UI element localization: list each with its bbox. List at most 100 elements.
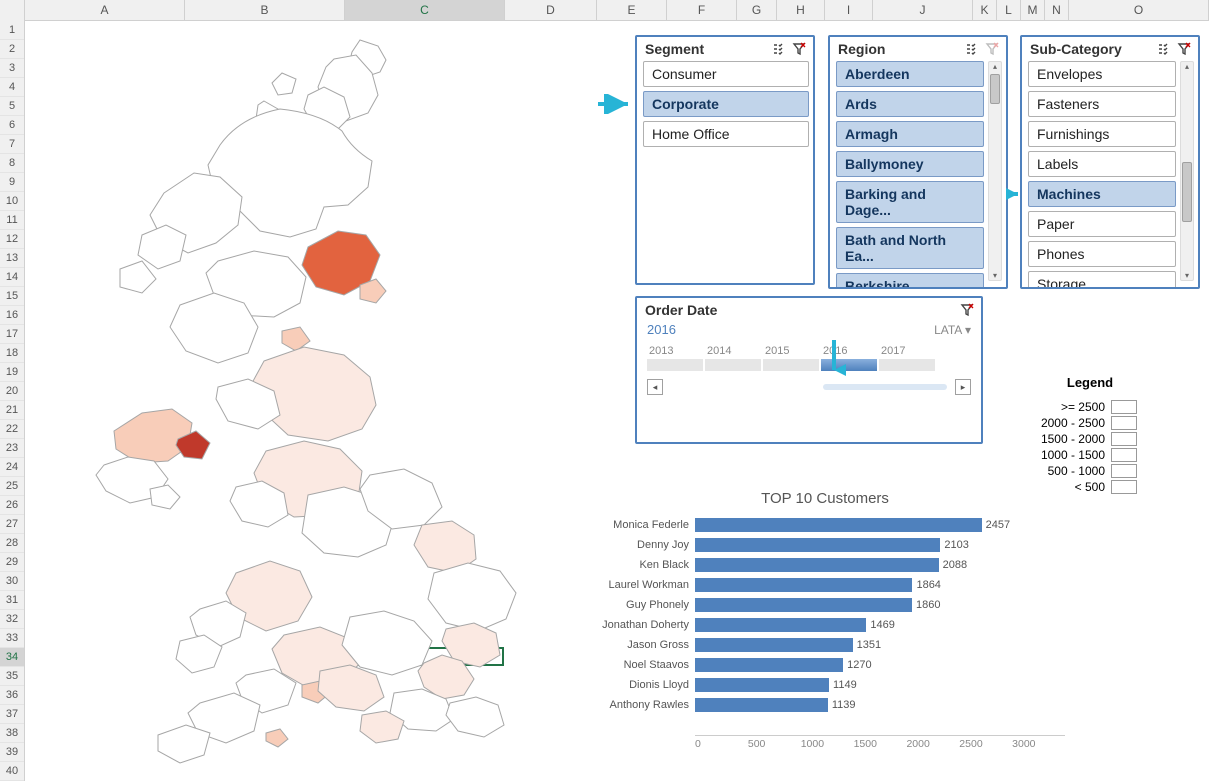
slicer-item[interactable]: Corporate [643, 91, 809, 117]
slicer-item[interactable]: Envelopes [1028, 61, 1176, 87]
row-header-1[interactable]: 1 [0, 21, 24, 40]
row-header-32[interactable]: 32 [0, 610, 24, 629]
row-header-4[interactable]: 4 [0, 78, 24, 97]
row-header-40[interactable]: 40 [0, 762, 24, 781]
row-header-31[interactable]: 31 [0, 591, 24, 610]
slicer-item[interactable]: Phones [1028, 241, 1176, 267]
row-header-22[interactable]: 22 [0, 420, 24, 439]
slicer-item[interactable]: Storage [1028, 271, 1176, 287]
row-header-25[interactable]: 25 [0, 477, 24, 496]
slicer-item[interactable]: Paper [1028, 211, 1176, 237]
timeline-segment-2015[interactable] [763, 359, 821, 371]
timeline-order-date[interactable]: Order Date 2016 LATA ▾ 20132014201520162… [635, 296, 983, 444]
col-header-A[interactable]: A [25, 0, 185, 20]
col-header-N[interactable]: N [1045, 0, 1069, 20]
top-customers-chart[interactable]: TOP 10 Customers Monica Federle2457Denny… [585, 490, 1065, 770]
slicer-item[interactable]: Consumer [643, 61, 809, 87]
row-header-15[interactable]: 15 [0, 287, 24, 306]
slicer-segment[interactable]: Segment ConsumerCorporateHome Office [635, 35, 815, 285]
row-header-6[interactable]: 6 [0, 116, 24, 135]
slicer-item[interactable]: Fasteners [1028, 91, 1176, 117]
col-header-I[interactable]: I [825, 0, 873, 20]
timeline-unit-selector[interactable]: LATA ▾ [934, 323, 971, 337]
timeline-segment-2013[interactable] [647, 359, 705, 371]
uk-map-chart[interactable] [50, 35, 610, 765]
row-header-7[interactable]: 7 [0, 135, 24, 154]
slicer-item[interactable]: Ards [836, 91, 984, 117]
slicer-item[interactable]: Berkshire [836, 273, 984, 287]
row-header-26[interactable]: 26 [0, 496, 24, 515]
scrollbar[interactable]: ▴ ▾ [1180, 61, 1194, 281]
timeline-segment-2017[interactable] [879, 359, 937, 371]
row-header-23[interactable]: 23 [0, 439, 24, 458]
slicer-item[interactable]: Bath and North Ea... [836, 227, 984, 269]
multiselect-icon[interactable] [771, 41, 787, 57]
col-header-C[interactable]: C [345, 0, 505, 20]
row-header-3[interactable]: 3 [0, 59, 24, 78]
row-header-29[interactable]: 29 [0, 553, 24, 572]
row-header-11[interactable]: 11 [0, 211, 24, 230]
row-header-2[interactable]: 2 [0, 40, 24, 59]
row-header-5[interactable]: 5 [0, 97, 24, 116]
row-header-12[interactable]: 12 [0, 230, 24, 249]
col-header-K[interactable]: K [973, 0, 997, 20]
col-header-J[interactable]: J [873, 0, 973, 20]
scrollbar[interactable]: ▴ ▾ [988, 61, 1002, 281]
row-header-21[interactable]: 21 [0, 401, 24, 420]
col-header-M[interactable]: M [1021, 0, 1045, 20]
clear-filter-icon[interactable] [984, 41, 1000, 57]
clear-filter-icon[interactable] [791, 41, 807, 57]
slicer-subcategory[interactable]: Sub-Category EnvelopesFastenersFurnishin… [1020, 35, 1200, 289]
row-header-19[interactable]: 19 [0, 363, 24, 382]
row-header-14[interactable]: 14 [0, 268, 24, 287]
slicer-title: Region [838, 41, 885, 57]
col-header-O[interactable]: O [1069, 0, 1209, 20]
row-header-39[interactable]: 39 [0, 743, 24, 762]
col-header-H[interactable]: H [777, 0, 825, 20]
multiselect-icon[interactable] [1156, 41, 1172, 57]
row-header-9[interactable]: 9 [0, 173, 24, 192]
slicer-item[interactable]: Furnishings [1028, 121, 1176, 147]
slicer-item[interactable]: Ballymoney [836, 151, 984, 177]
col-header-D[interactable]: D [505, 0, 597, 20]
timeline-prev-button[interactable]: ◂ [647, 379, 663, 395]
row-header-38[interactable]: 38 [0, 724, 24, 743]
row-header-35[interactable]: 35 [0, 667, 24, 686]
row-header-36[interactable]: 36 [0, 686, 24, 705]
slicer-item[interactable]: Aberdeen [836, 61, 984, 87]
select-all-corner[interactable] [0, 0, 25, 21]
timeline-segment-2014[interactable] [705, 359, 763, 371]
col-header-F[interactable]: F [667, 0, 737, 20]
row-header-33[interactable]: 33 [0, 629, 24, 648]
slicer-item[interactable]: Labels [1028, 151, 1176, 177]
col-header-B[interactable]: B [185, 0, 345, 20]
row-header-27[interactable]: 27 [0, 515, 24, 534]
row-header-37[interactable]: 37 [0, 705, 24, 724]
row-header-10[interactable]: 10 [0, 192, 24, 211]
slicer-region[interactable]: Region Aberdeen Ards Armagh Ballymoney Barki… [828, 35, 1008, 289]
clear-filter-icon[interactable] [959, 302, 975, 318]
row-header-16[interactable]: 16 [0, 306, 24, 325]
timeline-next-button[interactable]: ▸ [955, 379, 971, 395]
timeline-scroll[interactable] [823, 384, 947, 390]
clear-filter-icon[interactable] [1176, 41, 1192, 57]
row-header-20[interactable]: 20 [0, 382, 24, 401]
timeline-segment-2016[interactable] [821, 359, 879, 371]
slicer-item[interactable]: Machines [1028, 181, 1176, 207]
slicer-item[interactable]: Home Office [643, 121, 809, 147]
row-header-13[interactable]: 13 [0, 249, 24, 268]
slicer-item[interactable]: Armagh [836, 121, 984, 147]
multiselect-icon[interactable] [964, 41, 980, 57]
row-header-8[interactable]: 8 [0, 154, 24, 173]
col-header-L[interactable]: L [997, 0, 1021, 20]
row-header-24[interactable]: 24 [0, 458, 24, 477]
row-header-34[interactable]: 34 [0, 648, 24, 667]
row-header-17[interactable]: 17 [0, 325, 24, 344]
timeline-track[interactable] [647, 359, 971, 371]
slicer-item[interactable]: Barking and Dage... [836, 181, 984, 223]
row-header-28[interactable]: 28 [0, 534, 24, 553]
row-header-30[interactable]: 30 [0, 572, 24, 591]
col-header-G[interactable]: G [737, 0, 777, 20]
row-header-18[interactable]: 18 [0, 344, 24, 363]
col-header-E[interactable]: E [597, 0, 667, 20]
